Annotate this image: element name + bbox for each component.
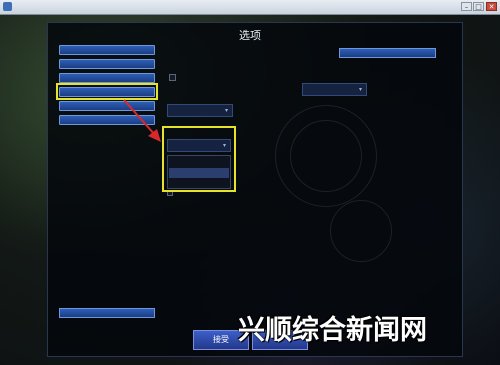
watermark-text: 兴顺综合新闻网	[238, 315, 427, 346]
screen: – □ ✕ 选项 ▾ ▾ ▾ 接受 兴顺综合新闻网	[0, 0, 500, 365]
close-button[interactable]	[59, 308, 155, 318]
